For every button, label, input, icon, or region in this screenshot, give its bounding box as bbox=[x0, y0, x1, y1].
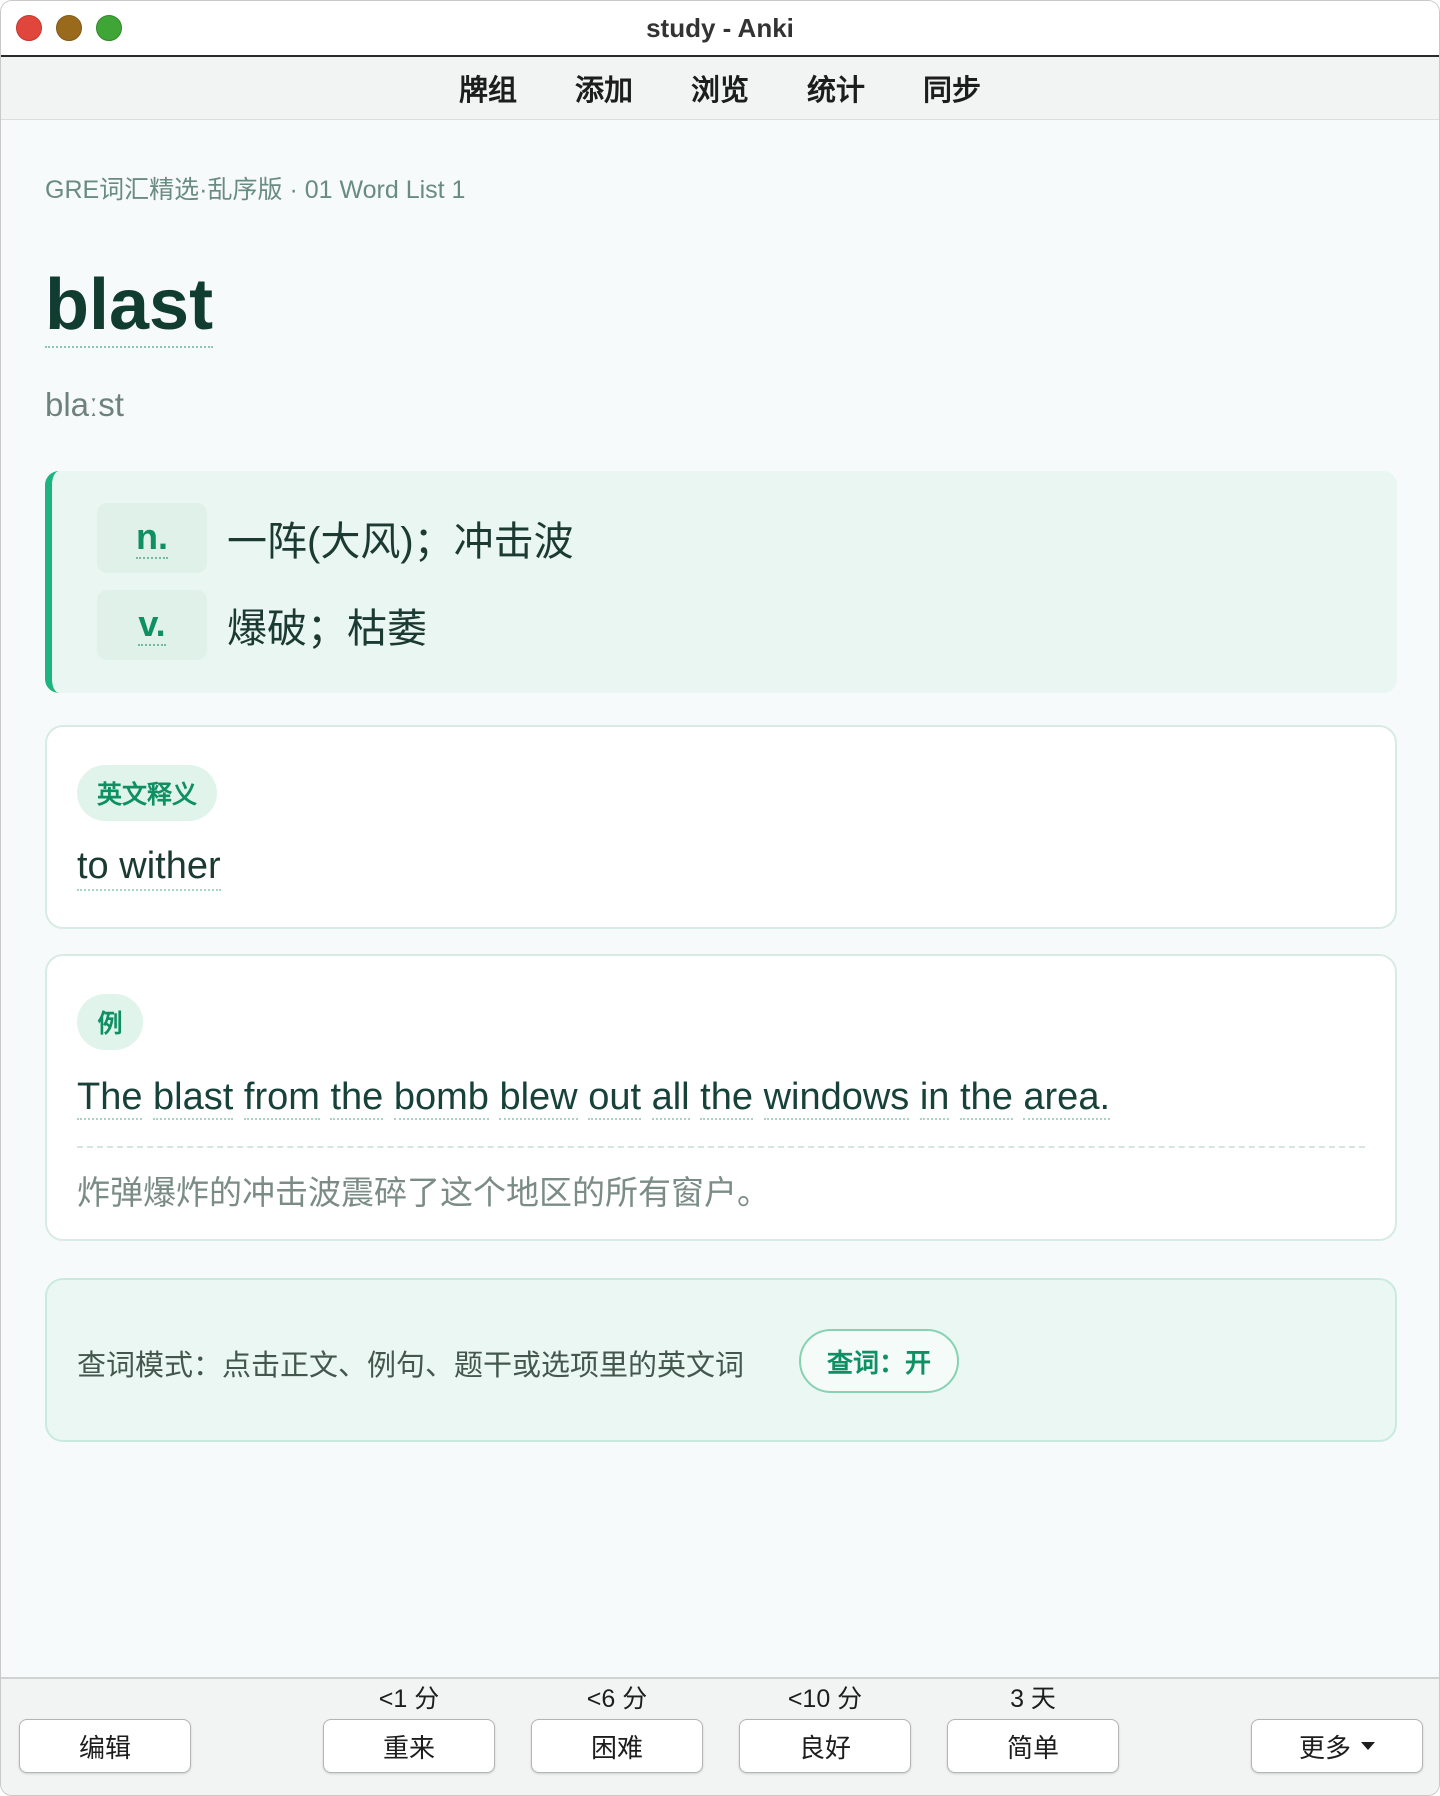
lookup-mode-text: 查词模式：点击正文、例句、题干或选项里的英文词 bbox=[77, 1350, 745, 1382]
headword[interactable]: blast bbox=[45, 267, 214, 348]
definition-row: n. 一阵(大风)；冲击波 bbox=[97, 503, 574, 573]
more-button-label: 更多 bbox=[1298, 1732, 1351, 1763]
example-word[interactable]: from bbox=[243, 1076, 320, 1120]
part-of-speech[interactable]: n. bbox=[136, 517, 168, 559]
example-word[interactable]: in bbox=[919, 1076, 950, 1120]
example-word[interactable]: The bbox=[77, 1076, 143, 1120]
example-word[interactable]: blew bbox=[499, 1076, 578, 1120]
phonetic: blaːst bbox=[45, 386, 124, 423]
main-toolbar: 牌组 添加 浏览 统计 同步 bbox=[1, 57, 1439, 120]
title-bar: study - Anki bbox=[1, 1, 1439, 57]
example-word[interactable]: the bbox=[330, 1076, 384, 1120]
again-button[interactable]: 重来 bbox=[323, 1719, 495, 1773]
example-badge: 例 bbox=[77, 994, 143, 1050]
example-word[interactable]: the bbox=[700, 1076, 753, 1120]
english-definition-card: 英文释义 to wither bbox=[45, 725, 1397, 929]
example-word[interactable]: blast bbox=[153, 1076, 234, 1120]
chevron-down-icon bbox=[1361, 1742, 1375, 1750]
window-title: study - Anki bbox=[646, 13, 794, 43]
example-word[interactable]: the bbox=[960, 1076, 1013, 1120]
lookup-toggle-button[interactable]: 查词：开 bbox=[799, 1329, 959, 1393]
hard-interval: <6 分 bbox=[586, 1685, 648, 1713]
toolbar-decks[interactable]: 牌组 bbox=[430, 67, 546, 109]
divider bbox=[77, 1146, 1365, 1148]
part-of-speech-badge[interactable]: n. bbox=[97, 503, 207, 573]
example-word[interactable]: windows bbox=[763, 1076, 910, 1120]
toolbar-add[interactable]: 添加 bbox=[546, 67, 662, 109]
definition-meaning: 爆破；枯萎 bbox=[227, 607, 427, 651]
good-interval: <10 分 bbox=[787, 1685, 863, 1713]
edit-button[interactable]: 编辑 bbox=[19, 1719, 191, 1773]
anki-window: study - Anki 牌组 添加 浏览 统计 同步 GRE词汇精选·乱序版 … bbox=[0, 0, 1440, 1796]
lookup-mode-box: 查词模式：点击正文、例句、题干或选项里的英文词 查词：开 bbox=[45, 1278, 1397, 1442]
definition-meaning: 一阵(大风)；冲击波 bbox=[227, 520, 574, 564]
example-word[interactable]: bomb bbox=[393, 1076, 489, 1120]
english-definition-badge: 英文释义 bbox=[77, 765, 218, 821]
easy-interval: 3 天 bbox=[1010, 1685, 1056, 1713]
again-interval: <1 分 bbox=[378, 1685, 440, 1713]
more-button[interactable]: 更多 bbox=[1251, 1719, 1423, 1773]
example-word[interactable]: out bbox=[588, 1076, 642, 1120]
easy-button[interactable]: 简单 bbox=[947, 1719, 1119, 1773]
toolbar-sync[interactable]: 同步 bbox=[894, 67, 1010, 109]
deck-path: GRE词汇精选·乱序版 · 01 Word List 1 bbox=[45, 176, 466, 204]
part-of-speech[interactable]: v. bbox=[138, 604, 166, 646]
good-button[interactable]: 良好 bbox=[739, 1719, 911, 1773]
english-definition-text[interactable]: to wither bbox=[77, 845, 221, 891]
answer-bar: <1 分 <6 分 <10 分 3 天 编辑 重来 困难 良好 简单 更多 bbox=[1, 1677, 1439, 1795]
example-card: 例 The blast from the bomb blew out all t… bbox=[45, 954, 1397, 1241]
example-sentence: The blast from the bomb blew out all the… bbox=[77, 1076, 1365, 1120]
hard-button[interactable]: 困难 bbox=[531, 1719, 703, 1773]
definition-row: v. 爆破；枯萎 bbox=[97, 590, 427, 660]
definitions-box: n. 一阵(大风)；冲击波 v. 爆破；枯萎 bbox=[45, 471, 1397, 693]
toolbar-stats[interactable]: 统计 bbox=[778, 67, 894, 109]
example-translation: 炸弹爆炸的冲击波震碎了这个地区的所有窗户。 bbox=[77, 1174, 770, 1211]
example-word[interactable]: area. bbox=[1023, 1076, 1111, 1120]
toolbar-browse[interactable]: 浏览 bbox=[662, 67, 778, 109]
part-of-speech-badge[interactable]: v. bbox=[97, 590, 207, 660]
example-word[interactable]: all bbox=[651, 1076, 690, 1120]
